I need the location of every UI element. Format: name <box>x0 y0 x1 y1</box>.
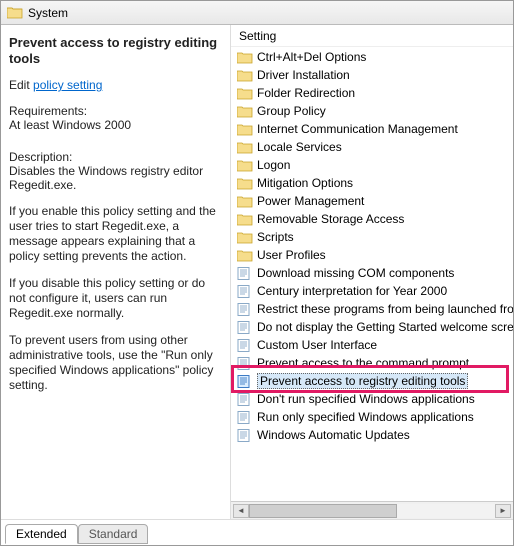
horizontal-scrollbar[interactable]: ◄ ► <box>231 501 513 519</box>
list-item[interactable]: Locale Services <box>231 138 513 156</box>
list-item-label: Restrict these programs from being launc… <box>257 302 513 316</box>
list-item[interactable]: Removable Storage Access <box>231 210 513 228</box>
setting-icon <box>237 429 253 442</box>
edit-policy-link[interactable]: policy setting <box>33 78 102 92</box>
list-item-label: Ctrl+Alt+Del Options <box>257 50 366 64</box>
setting-icon <box>237 339 253 352</box>
list-item-label: Custom User Interface <box>257 338 377 352</box>
folder-icon <box>237 123 253 136</box>
panel-title: System <box>28 6 68 20</box>
list-item[interactable]: Internet Communication Management <box>231 120 513 138</box>
description-pane: Prevent access to registry editing tools… <box>1 25 231 519</box>
scroll-right-button[interactable]: ► <box>495 504 511 518</box>
list-item[interactable]: Mitigation Options <box>231 174 513 192</box>
description-paragraph: If you disable this policy setting or do… <box>9 276 222 321</box>
list-item-label: Download missing COM components <box>257 266 454 280</box>
list-item-label: Run only specified Windows applications <box>257 410 474 424</box>
settings-list[interactable]: Ctrl+Alt+Del Options Driver Installation F… <box>231 47 513 501</box>
folder-icon <box>237 51 253 64</box>
list-item-label: Mitigation Options <box>257 176 353 190</box>
list-item[interactable]: Don't run specified Windows applications <box>231 390 513 408</box>
list-item[interactable]: Custom User Interface <box>231 336 513 354</box>
folder-icon <box>237 87 253 100</box>
edit-policy-line: Edit policy setting <box>9 78 222 92</box>
list-item[interactable]: User Profiles <box>231 246 513 264</box>
setting-icon <box>237 357 253 370</box>
list-item[interactable]: Run only specified Windows applications <box>231 408 513 426</box>
list-item-label: Century interpretation for Year 2000 <box>257 284 447 298</box>
description-label: Description: <box>9 150 222 164</box>
list-item[interactable]: Download missing COM components <box>231 264 513 282</box>
list-item-label: Internet Communication Management <box>257 122 458 136</box>
list-item[interactable]: Do not display the Getting Started welco… <box>231 318 513 336</box>
column-header-setting[interactable]: Setting <box>231 25 513 47</box>
list-item-label: Don't run specified Windows applications <box>257 392 475 406</box>
folder-icon <box>7 6 23 19</box>
requirements-label: Requirements: <box>9 104 222 118</box>
folder-icon <box>237 195 253 208</box>
list-item[interactable]: Driver Installation <box>231 66 513 84</box>
panel-header: System <box>1 1 513 25</box>
list-item[interactable]: Prevent access to the command prompt <box>231 354 513 372</box>
description-value: Disables the Windows registry editor Reg… <box>9 164 222 192</box>
list-item-label: Prevent access to the command prompt <box>257 356 469 370</box>
list-item-label: User Profiles <box>257 248 326 262</box>
list-item-label: Scripts <box>257 230 294 244</box>
list-item[interactable]: Scripts <box>231 228 513 246</box>
folder-icon <box>237 231 253 244</box>
list-item[interactable]: Restrict these programs from being launc… <box>231 300 513 318</box>
list-item-label: Locale Services <box>257 140 342 154</box>
list-item-label: Power Management <box>257 194 364 208</box>
folder-icon <box>237 159 253 172</box>
scroll-thumb[interactable] <box>249 504 397 518</box>
list-item-label: Driver Installation <box>257 68 350 82</box>
list-item-label: Do not display the Getting Started welco… <box>257 320 513 334</box>
setting-icon <box>237 285 253 298</box>
tabs-footer: Extended Standard <box>1 519 513 545</box>
list-item-label: Group Policy <box>257 104 326 118</box>
list-item-label: Logon <box>257 158 290 172</box>
folder-icon <box>237 141 253 154</box>
edit-prefix: Edit <box>9 78 33 92</box>
setting-icon <box>237 375 253 388</box>
setting-icon <box>237 321 253 334</box>
list-item-label: Windows Automatic Updates <box>257 428 410 442</box>
list-item[interactable]: Ctrl+Alt+Del Options <box>231 48 513 66</box>
list-item[interactable]: Power Management <box>231 192 513 210</box>
list-item[interactable]: Folder Redirection <box>231 84 513 102</box>
scroll-track[interactable] <box>249 504 495 518</box>
folder-icon <box>237 177 253 190</box>
folder-icon <box>237 213 253 226</box>
folder-icon <box>237 105 253 118</box>
setting-icon <box>237 411 253 424</box>
requirements-value: At least Windows 2000 <box>9 118 222 132</box>
selected-policy-title: Prevent access to registry editing tools <box>9 35 222 66</box>
tab-standard[interactable]: Standard <box>78 524 149 544</box>
scroll-left-button[interactable]: ◄ <box>233 504 249 518</box>
setting-icon <box>237 267 253 280</box>
settings-list-pane: Setting Ctrl+Alt+Del Options Driver Insta… <box>231 25 513 519</box>
folder-icon <box>237 69 253 82</box>
description-paragraph: If you enable this policy setting and th… <box>9 204 222 264</box>
list-item[interactable]: Group Policy <box>231 102 513 120</box>
setting-icon <box>237 393 253 406</box>
description-paragraph: To prevent users from using other admini… <box>9 333 222 393</box>
tab-extended[interactable]: Extended <box>5 524 78 544</box>
list-item[interactable]: Logon <box>231 156 513 174</box>
setting-icon <box>237 303 253 316</box>
list-item[interactable]: Windows Automatic Updates <box>231 426 513 444</box>
list-item[interactable]: Prevent access to registry editing tools <box>231 372 513 390</box>
list-item-label: Prevent access to registry editing tools <box>257 373 468 389</box>
folder-icon <box>237 249 253 262</box>
list-item-label: Folder Redirection <box>257 86 355 100</box>
list-item[interactable]: Century interpretation for Year 2000 <box>231 282 513 300</box>
list-item-label: Removable Storage Access <box>257 212 404 226</box>
